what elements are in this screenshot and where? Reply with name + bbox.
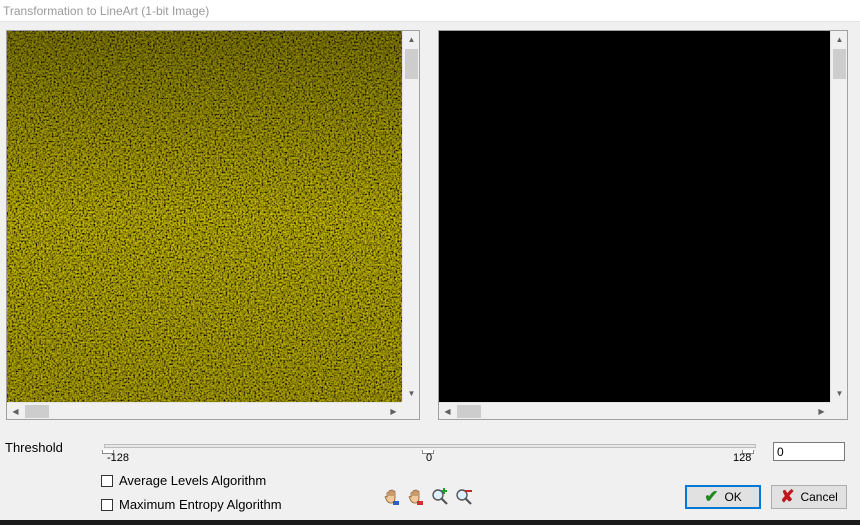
zoom-out-icon[interactable] xyxy=(453,486,475,508)
checkmark-icon: ✔ xyxy=(704,487,719,506)
background-strip xyxy=(0,520,860,525)
pan-hand-icon[interactable] xyxy=(381,486,403,508)
scroll-thumb[interactable] xyxy=(25,405,49,418)
lineart-preview-canvas[interactable] xyxy=(439,31,830,402)
scroll-left-icon[interactable]: ◀ xyxy=(7,403,24,420)
average-levels-option[interactable]: Average Levels Algorithm xyxy=(101,473,266,488)
preview-vertical-scrollbar[interactable]: ▲ ▼ xyxy=(830,31,847,402)
window-title: Transformation to LineArt (1-bit Image) xyxy=(3,3,210,18)
source-image-pane[interactable]: ▲ ▼ ◀ ▶ xyxy=(6,30,420,420)
source-image-canvas[interactable] xyxy=(7,31,402,402)
cross-icon: ✘ xyxy=(780,487,795,506)
scroll-thumb[interactable] xyxy=(833,49,846,79)
source-vertical-scrollbar[interactable]: ▲ ▼ xyxy=(402,31,419,402)
slider-min-label: -128 xyxy=(107,452,130,464)
slider-max-label: 128 xyxy=(733,452,752,464)
scroll-left-icon[interactable]: ◀ xyxy=(439,403,456,420)
scroll-corner xyxy=(830,402,847,419)
scroll-down-icon[interactable]: ▼ xyxy=(831,385,848,402)
lineart-preview-pane[interactable]: ▲ ▼ ◀ ▶ xyxy=(438,30,848,420)
threshold-value-input[interactable] xyxy=(773,442,845,461)
max-entropy-checkbox[interactable] xyxy=(101,498,113,511)
average-levels-label: Average Levels Algorithm xyxy=(119,473,267,488)
scroll-thumb[interactable] xyxy=(457,405,481,418)
view-toolbar xyxy=(381,486,475,508)
scroll-thumb[interactable] xyxy=(405,49,418,79)
max-entropy-option[interactable]: Maximum Entropy Algorithm xyxy=(101,497,282,512)
ok-button[interactable]: ✔ OK xyxy=(685,485,761,509)
scroll-up-icon[interactable]: ▲ xyxy=(403,31,420,48)
slider-track[interactable] xyxy=(104,444,756,448)
preview-horizontal-scrollbar[interactable]: ◀ ▶ xyxy=(439,402,830,419)
source-image xyxy=(7,31,402,402)
pan-hand-alt-icon[interactable] xyxy=(405,486,427,508)
slider-mid-label: 0 xyxy=(426,452,433,464)
cancel-button-label: Cancel xyxy=(800,490,838,504)
title-bar: Transformation to LineArt (1-bit Image) xyxy=(0,0,860,22)
scroll-right-icon[interactable]: ▶ xyxy=(385,403,402,420)
average-levels-checkbox[interactable] xyxy=(101,474,113,487)
cancel-button[interactable]: ✘ Cancel xyxy=(771,485,847,509)
max-entropy-label: Maximum Entropy Algorithm xyxy=(119,497,282,512)
scroll-up-icon[interactable]: ▲ xyxy=(831,31,848,48)
lineart-preview-image xyxy=(439,31,830,402)
scroll-right-icon[interactable]: ▶ xyxy=(813,403,830,420)
scroll-corner xyxy=(402,402,419,419)
source-horizontal-scrollbar[interactable]: ◀ ▶ xyxy=(7,402,402,419)
ok-button-label: OK xyxy=(724,490,742,504)
zoom-in-icon[interactable] xyxy=(429,486,451,508)
scroll-down-icon[interactable]: ▼ xyxy=(403,385,420,402)
threshold-label: Threshold xyxy=(5,440,63,455)
